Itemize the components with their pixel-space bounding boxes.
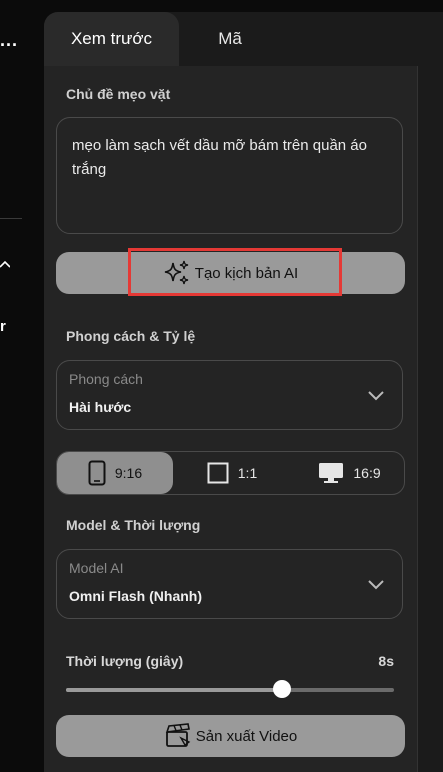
phone-icon [88, 460, 106, 486]
tab-preview[interactable]: Xem trước [44, 12, 179, 66]
ratio-16-9-button[interactable]: 16:9 [297, 452, 402, 494]
slider-fill [66, 688, 283, 692]
aspect-ratio-group: 9:16 1:1 16:9 [56, 451, 405, 495]
chevron-down-icon [368, 580, 384, 590]
topic-label: Chủ đề mẹo vặt [66, 86, 171, 102]
chevron-down-icon [368, 391, 384, 401]
square-icon [207, 462, 229, 484]
more-options-icon[interactable]: ... [0, 30, 18, 51]
model-select[interactable]: Model AI Omni Flash (Nhanh) [56, 549, 403, 619]
duration-slider[interactable] [66, 680, 394, 700]
model-select-label: Model AI [69, 560, 124, 576]
tab-bar: Xem trước Mã [44, 12, 443, 66]
style-section-label: Phong cách & Tỷ lệ [66, 328, 196, 344]
slider-thumb[interactable] [273, 680, 292, 698]
sidebar-partial-label: r [0, 318, 6, 335]
style-select-label: Phong cách [69, 371, 143, 387]
model-section-label: Model & Thời lượng [66, 517, 201, 533]
ratio-9-16-button[interactable]: 9:16 [57, 452, 173, 494]
chevron-up-icon[interactable] [0, 260, 10, 270]
duration-label: Thời lượng (giây) [66, 653, 184, 669]
ratio-1-1-label: 1:1 [237, 465, 258, 481]
topic-textarea[interactable]: mẹo làm sạch vết dầu mỡ bám trên quần áo… [56, 117, 403, 234]
model-select-value: Omni Flash (Nhanh) [69, 588, 202, 604]
clapperboard-icon [165, 723, 191, 747]
ratio-9-16-label: 9:16 [114, 465, 143, 481]
monitor-icon [319, 463, 344, 483]
preview-content: Chủ đề mẹo vặt mẹo làm sạch vết dầu mỡ b… [44, 66, 418, 772]
style-select[interactable]: Phong cách Hài hước [56, 360, 403, 430]
left-sidebar: ... r [0, 0, 32, 766]
right-panel: Xem trước Mã Chủ đề mẹo vặt mẹo làm sạch… [44, 12, 443, 772]
ratio-16-9-label: 16:9 [353, 465, 381, 481]
style-select-value: Hài hước [69, 399, 132, 415]
sidebar-divider [0, 218, 22, 219]
ratio-1-1-button[interactable]: 1:1 [187, 452, 277, 494]
produce-video-label: Sản xuất Video [195, 727, 298, 745]
produce-video-button[interactable]: Sản xuất Video [56, 715, 405, 757]
duration-row: Thời lượng (giây) 8s [66, 653, 394, 669]
tab-code[interactable]: Mã [194, 12, 266, 66]
highlight-frame [128, 248, 342, 296]
duration-value: 8s [378, 653, 394, 669]
